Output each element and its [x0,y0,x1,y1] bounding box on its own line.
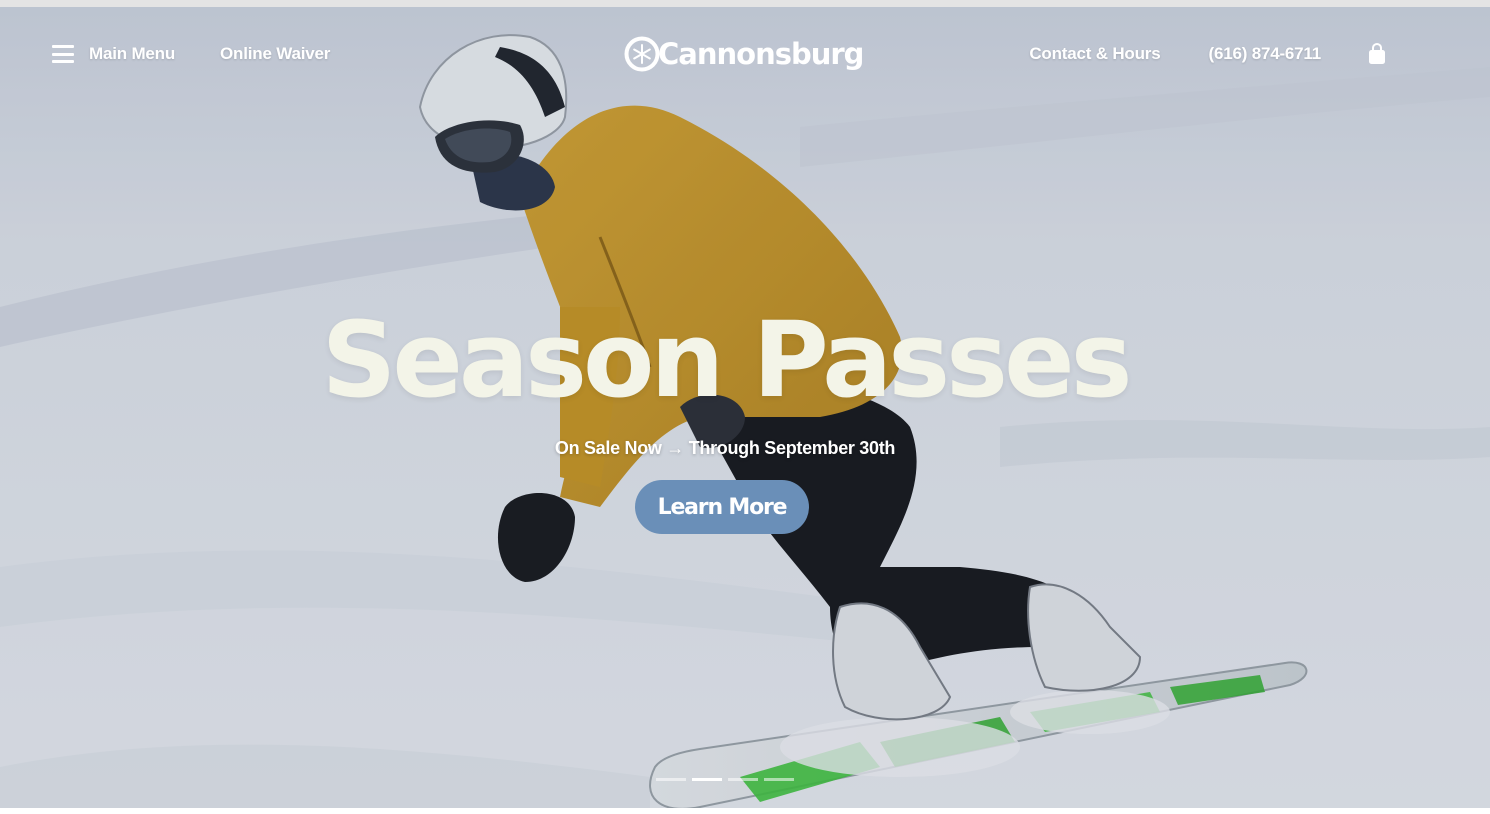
phone-link[interactable]: (616) 874-6711 [1208,44,1321,64]
learn-more-button[interactable]: Learn More [635,480,809,534]
header-right-nav: Contact & Hours (616) 874-6711 [1029,43,1386,65]
logo-wordmark: Cannonsburg [658,37,864,71]
main-menu-label: Main Menu [89,44,176,63]
snowflake-logo-icon [624,36,660,72]
slider-pagination [656,778,800,781]
slide-dot-1[interactable] [656,778,686,781]
main-menu-button[interactable]: Main Menu [52,44,175,64]
slide-dot-4[interactable] [764,778,794,781]
online-waiver-link[interactable]: Online Waiver [220,44,330,64]
site-logo[interactable]: Cannonsburg [624,36,864,72]
bottom-border [0,808,1490,814]
header-left-nav: Main Menu Online Waiver [52,44,330,64]
slide-dot-2[interactable] [692,778,722,781]
slide-dot-3[interactable] [728,778,758,781]
hamburger-icon [52,45,74,63]
top-border [0,0,1490,7]
hero-subline: On Sale Now → Through September 30th [554,438,896,458]
shopping-bag-icon[interactable] [1368,43,1386,65]
contact-hours-link[interactable]: Contact & Hours [1029,44,1160,64]
hero-headline: Season Passes [321,299,1132,421]
